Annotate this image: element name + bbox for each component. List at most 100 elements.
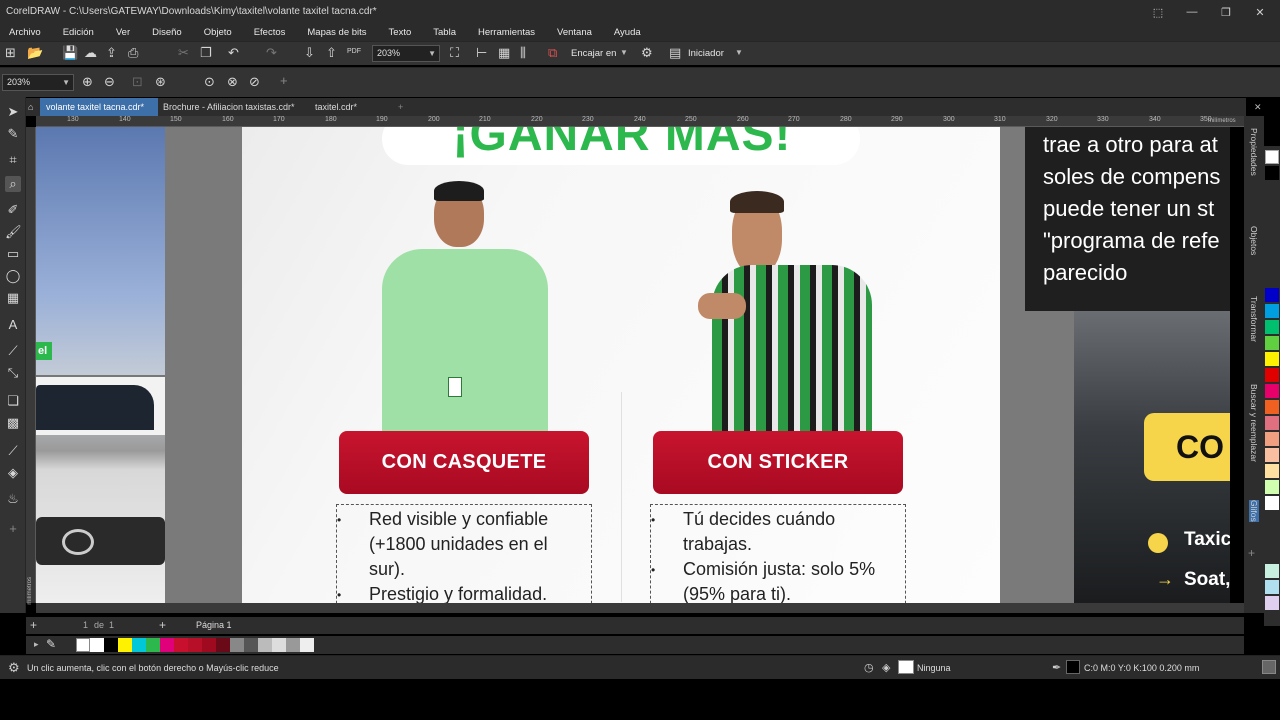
launcher-icon[interactable]: ▤ (669, 46, 681, 60)
swatch[interactable] (188, 638, 202, 652)
swatch-none[interactable] (1265, 150, 1279, 164)
menu-ayuda[interactable]: Ayuda (608, 27, 641, 38)
snap-icon[interactable]: ⧉ (548, 46, 557, 60)
artistic-media-icon[interactable]: 🖌 (5, 224, 22, 240)
swatch[interactable] (1265, 304, 1279, 318)
swatch[interactable] (1265, 352, 1279, 366)
swatch[interactable] (1265, 368, 1279, 382)
docker-find-replace[interactable]: Buscar y reemplazar (1249, 384, 1259, 462)
table-tool-icon[interactable]: ▦ (5, 290, 21, 306)
tab-brochure[interactable]: Brochure - Afiliacion taxistas.cdr* (157, 98, 305, 116)
swatch[interactable] (286, 638, 300, 652)
settings-icon[interactable]: ⚙ (8, 660, 20, 676)
add-page-after-icon[interactable]: + (159, 618, 166, 632)
menu-ver[interactable]: Ver (110, 27, 130, 38)
color-toggle[interactable] (1262, 660, 1276, 674)
dark-text-panel[interactable]: trae a otro para at soles de compens pue… (1025, 127, 1230, 311)
swatch[interactable] (300, 638, 314, 652)
guidelines-icon[interactable]: ⫼ (520, 46, 526, 60)
taxi-photo-right[interactable]: CO Taxic → Soat, (1074, 311, 1230, 603)
save-icon[interactable]: 💾 (62, 46, 78, 60)
swatch[interactable] (1265, 320, 1279, 334)
swatch[interactable] (1265, 288, 1279, 302)
import-icon[interactable]: ⇩ (304, 46, 315, 60)
zoom-out-icon[interactable]: ⊖ (104, 75, 115, 89)
zoom-height-icon[interactable]: ⊘ (249, 75, 260, 89)
swatch[interactable] (1265, 400, 1279, 414)
swatch[interactable] (216, 638, 230, 652)
tab-taxitel[interactable]: taxitel.cdr* (309, 98, 391, 116)
rectangle-tool-icon[interactable]: ▭ (5, 246, 21, 262)
menu-diseno[interactable]: Diseño (146, 27, 182, 38)
full-screen-icon[interactable]: ⛶ (450, 46, 459, 60)
left-text-frame[interactable]: • Red visible y confiable (+1800 unidade… (336, 504, 592, 603)
add-tool-icon[interactable]: + (5, 521, 21, 537)
swatch[interactable] (230, 638, 244, 652)
menu-ventana[interactable]: Ventana (551, 27, 592, 38)
chevron-down-icon[interactable]: ▼ (620, 48, 628, 57)
zoom-selected-icon[interactable]: ⊡ (132, 75, 143, 89)
docker-properties[interactable]: Propiedades (1249, 128, 1259, 176)
zoom-combo[interactable]: 203% ▼ (2, 74, 74, 91)
swatch[interactable] (1265, 596, 1279, 610)
menu-tabla[interactable]: Tabla (427, 27, 456, 38)
add-page-icon[interactable]: + (30, 618, 37, 632)
open-icon[interactable]: 📂 (27, 46, 43, 60)
menu-archivo[interactable]: Archivo (3, 27, 41, 38)
swatch[interactable] (104, 638, 118, 652)
palette-arrow-icon[interactable]: ▸ (34, 639, 39, 650)
swatch[interactable] (1265, 496, 1279, 510)
docker-objects[interactable]: Objetos (1249, 226, 1259, 255)
settings-icon[interactable]: ⚙ (641, 46, 653, 60)
add-icon[interactable]: + (280, 74, 288, 88)
menu-herramientas[interactable]: Herramientas (472, 27, 535, 38)
crop-tool-icon[interactable]: ⌗ (5, 152, 21, 168)
grid-icon[interactable]: ▦ (498, 46, 510, 60)
swatch[interactable] (1265, 432, 1279, 446)
chevron-down-icon[interactable]: ▼ (735, 48, 743, 57)
smart-fill-icon[interactable]: ♨ (5, 491, 21, 507)
shape-tool-icon[interactable]: ✎ (5, 126, 21, 142)
zoom-in-icon[interactable]: ⊕ (82, 75, 93, 89)
tab-volante-taxitel[interactable]: volante taxitel tacna.cdr* (40, 98, 158, 116)
cut-icon[interactable]: ✂ (178, 46, 189, 60)
right-text-frame[interactable]: • Tú decides cuándo trabajas. • Comisión… (650, 504, 906, 603)
zoom-all-icon[interactable]: ⊛ (155, 75, 166, 89)
freehand-tool-icon[interactable]: ✐ (5, 202, 21, 218)
menu-objeto[interactable]: Objeto (198, 27, 232, 38)
drop-shadow-icon[interactable]: ❏ (5, 393, 21, 409)
launcher-label[interactable]: Iniciador (688, 48, 724, 59)
minimize-button[interactable]: — (1175, 0, 1209, 24)
new-document-icon[interactable]: ⊞ (5, 46, 16, 60)
flyer-page[interactable]: ¡GANAR MÁS! CON CASQUETE CON STICKER • R… (242, 127, 1000, 603)
swatch[interactable] (146, 638, 160, 652)
pdf-icon[interactable]: PDF (347, 45, 361, 59)
fill-swatch[interactable] (898, 660, 914, 674)
copy-icon[interactable]: ❐ (200, 46, 212, 60)
horizontal-scrollbar[interactable] (36, 603, 1244, 613)
home-icon[interactable]: ⌂ (26, 98, 40, 116)
zoom-width-icon[interactable]: ⊗ (227, 75, 238, 89)
menu-mapas-de-bits[interactable]: Mapas de bits (301, 27, 366, 38)
zoom-level-combo[interactable]: 203% ▼ (372, 45, 440, 62)
maximize-button[interactable]: ❐ (1209, 0, 1243, 24)
swatch[interactable] (1265, 564, 1279, 578)
upload-icon[interactable]: ⇪ (106, 46, 117, 60)
zoom-page-icon[interactable]: ⊙ (204, 75, 215, 89)
swatch[interactable] (1265, 336, 1279, 350)
parallel-dimension-icon[interactable]: ⟋ (5, 343, 21, 359)
swatch[interactable] (1265, 416, 1279, 430)
cloud-icon[interactable]: ☁ (84, 46, 97, 60)
swatch[interactable] (244, 638, 258, 652)
close-button[interactable]: ✕ (1243, 0, 1277, 24)
swatch[interactable] (1265, 448, 1279, 462)
swatch[interactable] (1265, 480, 1279, 494)
swatch[interactable] (258, 638, 272, 652)
swatch[interactable] (132, 638, 146, 652)
rulers-icon[interactable]: ⊢ (476, 46, 487, 60)
page-tab[interactable]: Página 1 (196, 620, 232, 630)
eyedropper-icon[interactable]: ⟋ (5, 443, 21, 459)
outline-pen-icon[interactable]: ✒ (1052, 661, 1061, 674)
menu-efectos[interactable]: Efectos (248, 27, 286, 38)
swatch[interactable] (1265, 384, 1279, 398)
